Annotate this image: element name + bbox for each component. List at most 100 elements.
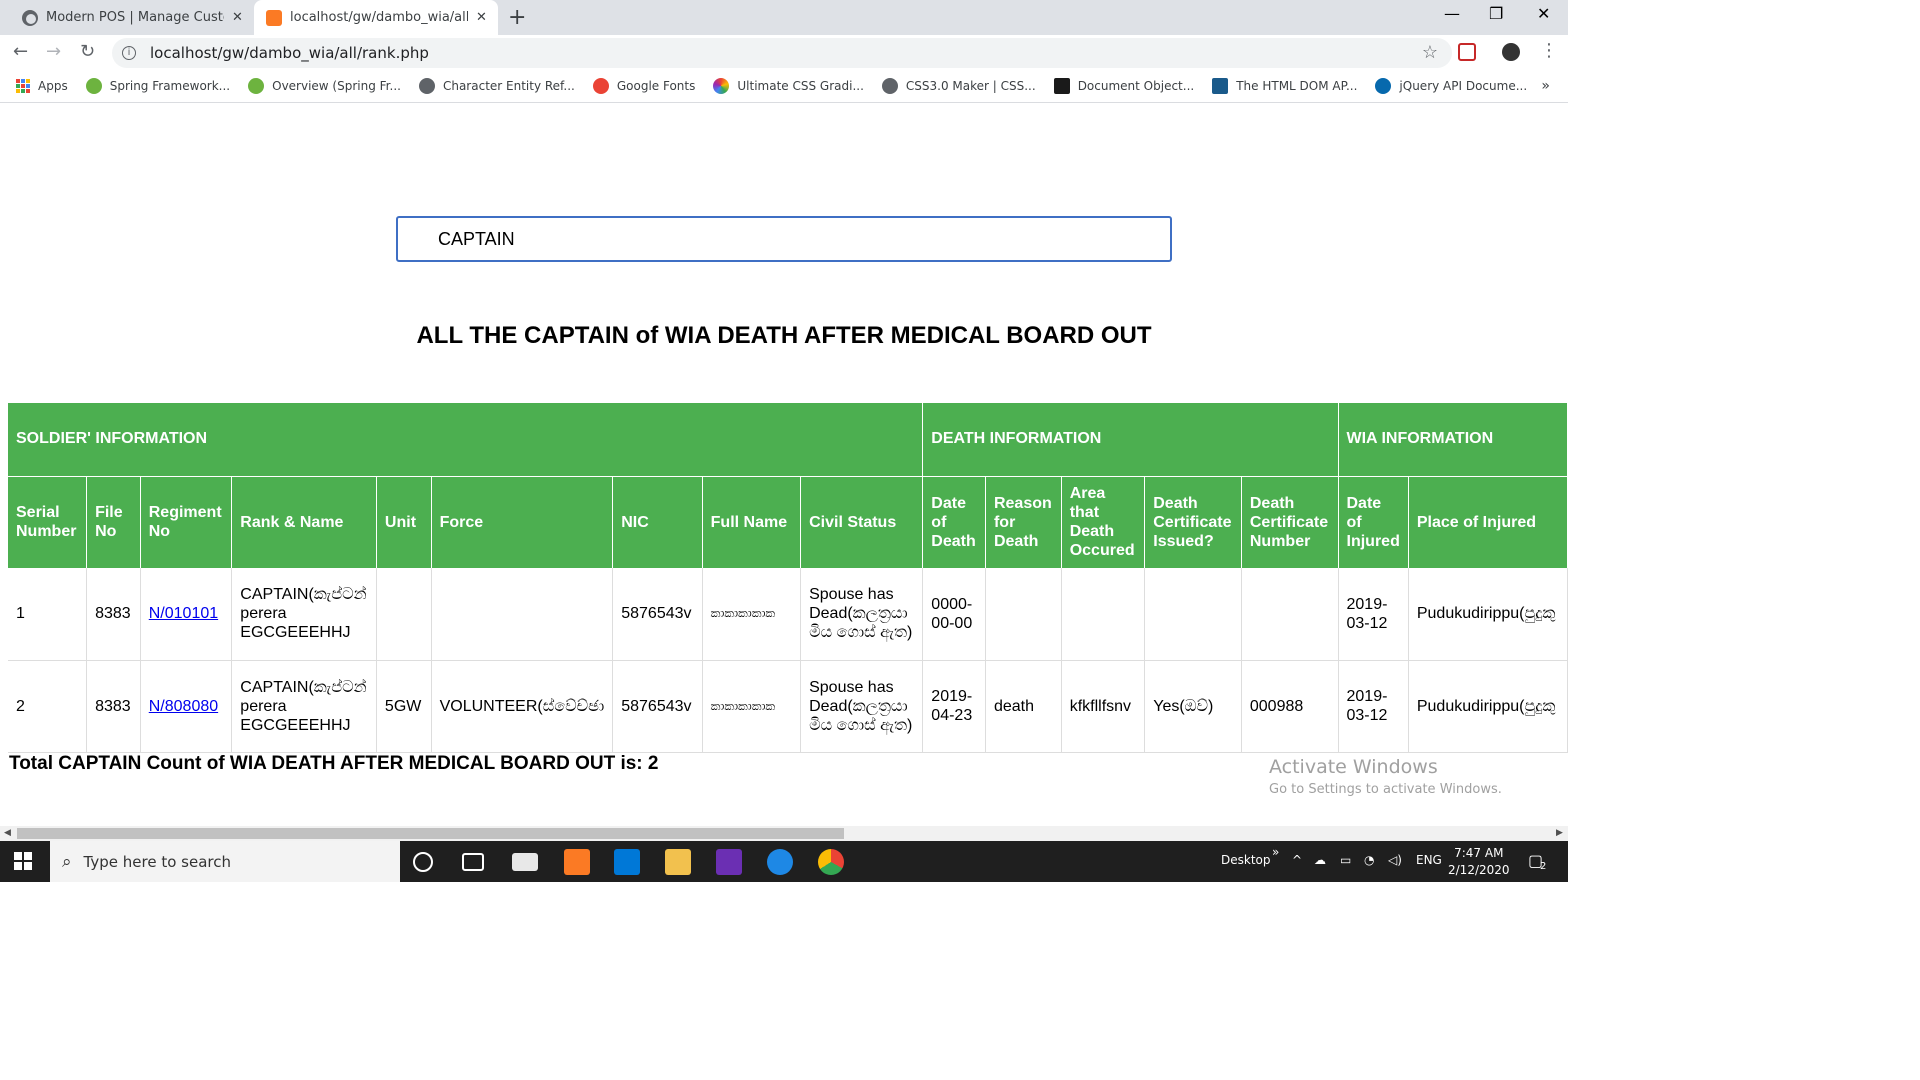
col-serial-number: Serial Number xyxy=(8,476,88,568)
store-icon[interactable] xyxy=(614,849,640,875)
bookmarks-bar: Apps Spring Framework... Overview (Sprin… xyxy=(0,70,1568,103)
back-arrow-icon[interactable]: ← xyxy=(13,41,28,62)
address-bar[interactable]: i localhost/gw/dambo_wia/all/rank.php ☆ xyxy=(112,38,1452,68)
battery-icon[interactable]: ▭ xyxy=(1340,853,1351,867)
intellij-icon[interactable] xyxy=(716,849,742,875)
language-indicator[interactable]: ENG xyxy=(1416,853,1442,867)
bookmark-google-fonts[interactable]: Google Fonts xyxy=(592,78,695,94)
minimize-button[interactable]: — xyxy=(1444,4,1460,23)
bookmark-character-entity[interactable]: Character Entity Ref... xyxy=(418,78,575,94)
cell-serial: 1 xyxy=(8,568,88,661)
file-explorer-icon[interactable] xyxy=(665,849,691,875)
bookmark-apps[interactable]: Apps xyxy=(16,79,68,93)
cell-civil-status: Spouse has Dead(කලත්‍රයා මිය ගොස් ඇත) xyxy=(800,568,924,661)
menu-kebab-icon[interactable]: ⋮ xyxy=(1540,40,1558,61)
col-full-name: Full Name xyxy=(702,476,802,568)
system-clock[interactable]: 7:47 AM 2/12/2020 xyxy=(1448,845,1510,879)
new-tab-button[interactable]: + xyxy=(508,5,526,30)
group-death-info: DEATH INFORMATION xyxy=(922,403,1339,477)
cortana-icon[interactable] xyxy=(413,852,433,872)
group-soldier-info: SOLDIER' INFORMATION xyxy=(8,403,924,477)
info-icon[interactable]: i xyxy=(122,46,136,60)
show-hidden-icons-chevron-icon[interactable]: ^ xyxy=(1292,853,1302,867)
cell-date-injured: 2019-03-12 xyxy=(1338,660,1409,753)
close-icon[interactable]: ✕ xyxy=(476,10,487,25)
col-unit: Unit xyxy=(376,476,432,568)
bookmark-label: Document Object... xyxy=(1077,79,1195,93)
rank-search-input[interactable] xyxy=(396,216,1172,262)
regiment-link[interactable]: N/808080 xyxy=(149,698,218,715)
cell-regiment: N/010101 xyxy=(140,568,233,661)
tab-title: Modern POS | Manage Customer xyxy=(46,10,224,25)
xampp-icon[interactable] xyxy=(564,849,590,875)
more-bookmarks-chevron-icon[interactable]: » xyxy=(1541,78,1550,94)
col-place-of-injured: Place of Injured xyxy=(1408,476,1568,568)
chrome-icon[interactable] xyxy=(818,849,844,875)
bookmark-spring-overview[interactable]: Overview (Spring Fr... xyxy=(248,78,401,94)
tab-title: localhost/gw/dambo_wia/all/rank.php xyxy=(290,10,468,25)
bookmark-css-gradient[interactable]: Ultimate CSS Gradi... xyxy=(713,78,864,94)
task-view-icon[interactable] xyxy=(462,853,484,871)
taskbar-search[interactable]: ⌕ Type here to search xyxy=(50,841,400,882)
bookmark-html-dom-api[interactable]: The HTML DOM AP... xyxy=(1212,78,1357,94)
wifi-icon[interactable]: ◔ xyxy=(1364,853,1374,867)
cell-reason: death xyxy=(985,660,1062,753)
cell-cert-issued xyxy=(1144,568,1242,661)
windows-start-icon[interactable] xyxy=(14,852,32,870)
group-wia-info: WIA INFORMATION xyxy=(1338,403,1568,477)
star-icon[interactable]: ☆ xyxy=(1422,42,1438,63)
cell-date-injured: 2019-03-12 xyxy=(1338,568,1409,661)
col-area-death-occured: Area that Death Occured xyxy=(1061,476,1146,568)
bookmark-label: Ultimate CSS Gradi... xyxy=(737,79,864,93)
horizontal-scrollbar[interactable]: ◀ ▶ xyxy=(0,826,1568,841)
cell-serial: 2 xyxy=(8,660,88,753)
col-reason-for-death: Reason for Death xyxy=(985,476,1062,568)
maximize-button[interactable]: ❐ xyxy=(1489,4,1503,23)
bookmark-spring-framework[interactable]: Spring Framework... xyxy=(85,78,231,94)
cell-cert-issued: Yes(ඔව්) xyxy=(1144,660,1242,753)
col-death-cert-number: Death Certificate Number xyxy=(1241,476,1339,568)
scroll-right-arrow-icon[interactable]: ▶ xyxy=(1556,827,1563,838)
forward-arrow-icon[interactable]: → xyxy=(46,41,61,62)
tab-rank-page[interactable]: localhost/gw/dambo_wia/all/rank.php ✕ xyxy=(254,0,498,35)
xampp-icon xyxy=(266,9,282,26)
color-wheel-icon xyxy=(713,78,730,94)
cell-full-name: කාකාකාකාක xyxy=(702,568,802,661)
cell-file-no: 8383 xyxy=(86,568,141,661)
spring-leaf-icon xyxy=(85,78,102,94)
close-icon[interactable]: ✕ xyxy=(232,10,243,25)
onedrive-cloud-icon[interactable]: ☁ xyxy=(1314,853,1326,867)
pocket-extension-icon[interactable] xyxy=(1458,43,1476,61)
desktop-chevron-icon[interactable]: » xyxy=(1272,845,1279,859)
spring-leaf-icon xyxy=(248,78,265,94)
bookmark-css3-maker[interactable]: CSS3.0 Maker | CSS... xyxy=(881,78,1036,94)
scroll-left-arrow-icon[interactable]: ◀ xyxy=(4,827,11,838)
bookmark-jquery-api[interactable]: jQuery API Docume... xyxy=(1375,78,1527,94)
apps-grid-icon xyxy=(16,79,30,93)
col-date-of-death: Date of Death xyxy=(922,476,986,568)
url-text[interactable]: localhost/gw/dambo_wia/all/rank.php xyxy=(150,44,429,62)
wia-death-table: SOLDIER' INFORMATION DEATH INFORMATION W… xyxy=(8,403,1568,753)
cell-unit xyxy=(376,568,432,661)
bookmark-label: Spring Framework... xyxy=(109,79,231,93)
cell-cert-number: 000988 xyxy=(1241,660,1339,753)
mail-icon[interactable] xyxy=(512,853,538,871)
cell-rank-name: CAPTAIN(කැප්ටන් perera EGCGEEEHHJ xyxy=(231,568,377,661)
globe-icon xyxy=(418,78,435,94)
bookmark-label: Character Entity Ref... xyxy=(442,79,575,93)
regiment-link[interactable]: N/010101 xyxy=(149,605,218,622)
cell-full-name: කාකාකාකාක xyxy=(702,660,802,753)
avatar[interactable] xyxy=(1502,43,1520,61)
tab-modern-pos[interactable]: Modern POS | Manage Customer ✕ xyxy=(12,0,252,35)
col-nic: NIC xyxy=(612,476,703,568)
volume-icon[interactable]: ◁) xyxy=(1388,853,1402,867)
scrollbar-thumb[interactable] xyxy=(17,828,844,839)
cell-unit: 5GW xyxy=(376,660,432,753)
bookmark-document-object[interactable]: Document Object... xyxy=(1053,78,1195,94)
col-file-no: File No xyxy=(86,476,141,568)
reload-icon[interactable]: ↻ xyxy=(80,41,95,62)
cell-force: VOLUNTEER(ස්වේච්ඡා xyxy=(431,660,614,753)
desktop-toolbar-label[interactable]: Desktop xyxy=(1221,853,1271,867)
window-close-button[interactable]: ✕ xyxy=(1537,4,1550,23)
edge-icon[interactable] xyxy=(767,849,793,875)
